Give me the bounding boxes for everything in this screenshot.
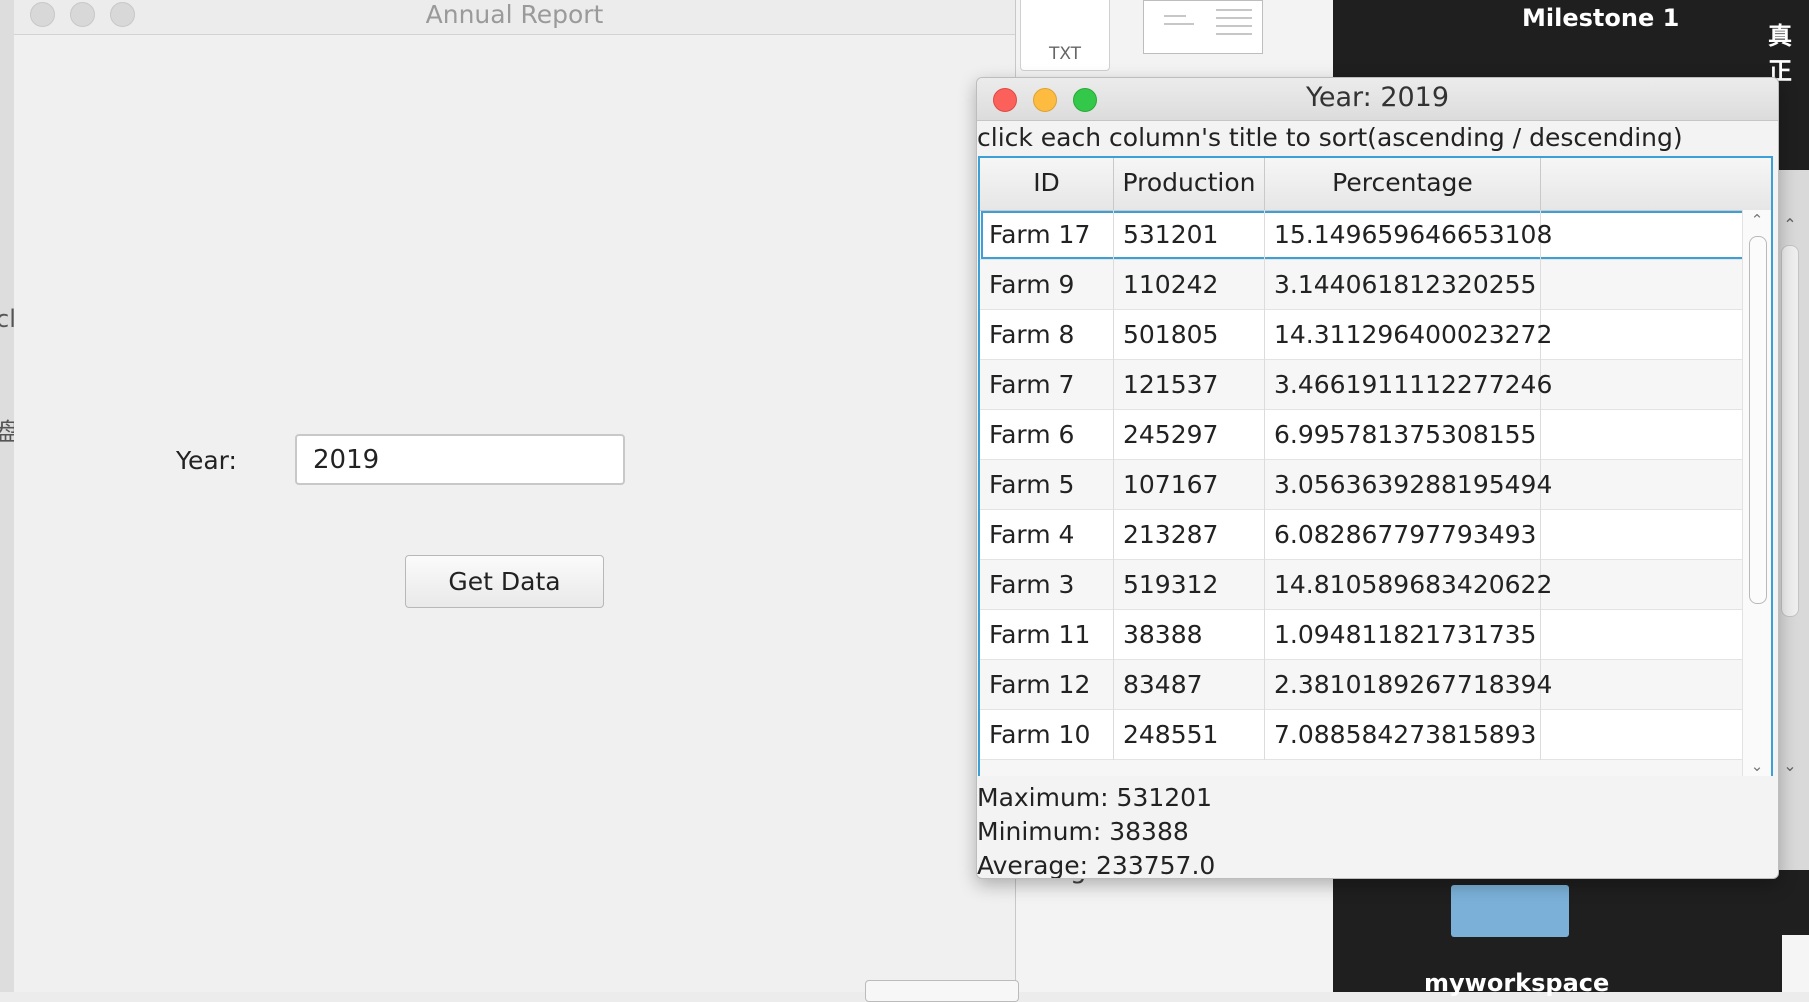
table-row[interactable]: Farm 17 531201 15.149659646653108 [980, 210, 1745, 260]
cell-percentage: 3.0563639288195494 [1265, 460, 1552, 510]
background-scrollbar[interactable]: ⌃ ⌄ [1777, 215, 1803, 775]
minimum-stat: Minimum: 38388 [977, 817, 1189, 846]
cell-filler [1541, 310, 1745, 360]
year-label: Year: [176, 446, 237, 475]
average-stat: Average: 233757.0 [977, 851, 1216, 879]
document-thumbnail[interactable] [1143, 0, 1263, 54]
table-row[interactable]: Farm 10 248551 7.088584273815893 [980, 710, 1745, 760]
scrollbar-thumb[interactable] [1749, 236, 1767, 604]
cell-filler [1541, 360, 1745, 410]
chevron-up-icon[interactable]: ⌃ [1777, 215, 1803, 234]
cell-id: Farm 6 [980, 410, 1114, 460]
cell-filler [1541, 510, 1745, 560]
cell-filler [1541, 260, 1745, 310]
cell-production: 501805 [1114, 310, 1265, 360]
chevron-up-icon[interactable]: ⌃ [1743, 210, 1771, 230]
milestone-label[interactable]: Milestone 1 [1522, 4, 1679, 32]
cell-filler [1541, 210, 1745, 260]
cell-id: Farm 17 [980, 210, 1114, 260]
cell-filler [1541, 460, 1745, 510]
cell-id: Farm 8 [980, 310, 1114, 360]
workspace-label[interactable]: myworkspace [1424, 969, 1609, 997]
table-row[interactable]: Farm 6 245297 6.995781375308155 [980, 410, 1745, 460]
table-scrollbar[interactable]: ⌃ ⌄ [1742, 210, 1771, 776]
cell-filler [1541, 660, 1745, 710]
table-row[interactable] [980, 760, 1745, 776]
sort-hint-text: click each column's title to sort(ascend… [977, 123, 1683, 152]
cell-production: 121537 [1114, 360, 1265, 410]
column-header-filler [1541, 158, 1771, 210]
column-header-production[interactable]: Production [1114, 158, 1265, 210]
titlebar: Year: 2019 [977, 78, 1778, 121]
table-row[interactable]: Farm 7 121537 3.4661911112277246 [980, 360, 1745, 410]
cell-id: Farm 12 [980, 660, 1114, 710]
cell-id: Farm 4 [980, 510, 1114, 560]
cell-percentage: 14.311296400023272 [1265, 310, 1552, 360]
left-edge-strip [0, 0, 15, 992]
table-row[interactable]: Farm 4 213287 6.082867797793493 [980, 510, 1745, 560]
cjk-label: 真正 [1768, 22, 1792, 85]
cell-filler [1541, 610, 1745, 660]
cell-id: Farm 3 [980, 560, 1114, 610]
scrollbar-thumb[interactable] [1781, 245, 1799, 617]
table-row[interactable]: Farm 11 38388 1.094811821731735 [980, 610, 1745, 660]
titlebar: Annual Report [14, 0, 1015, 35]
cell-filler [1541, 410, 1745, 460]
window-title: Year: 2019 [1305, 82, 1450, 113]
cell-production: 531201 [1114, 210, 1265, 260]
table-header: ID Production Percentage [980, 158, 1771, 211]
table-body: Farm 17 531201 15.149659646653108 Farm 9 110… [980, 210, 1745, 776]
year-input[interactable] [295, 434, 625, 485]
table-row[interactable]: Farm 8 501805 14.311296400023272 [980, 310, 1745, 360]
cell-production: 38388 [1114, 610, 1265, 660]
column-header-percentage[interactable]: Percentage [1265, 158, 1541, 210]
cell-id: Farm 5 [980, 460, 1114, 510]
year-results-window: Year: 2019 click each column's title to … [976, 77, 1779, 879]
cell-id: Farm 11 [980, 610, 1114, 660]
bottom-button[interactable] [865, 980, 1019, 1002]
cell-percentage: 7.088584273815893 [1265, 710, 1541, 760]
cell-percentage: 1.094811821731735 [1265, 610, 1541, 660]
table-row[interactable]: Farm 3 519312 14.810589683420622 [980, 560, 1745, 610]
cell-percentage: 3.144061812320255 [1265, 260, 1541, 310]
get-data-button[interactable]: Get Data [405, 555, 604, 608]
farm-table[interactable]: ID Production Percentage Farm 17 531201 15… [978, 156, 1773, 776]
cell-production: 107167 [1114, 460, 1265, 510]
table-row[interactable]: Farm 12 83487 2.3810189267718394 [980, 660, 1745, 710]
column-header-id[interactable]: ID [980, 158, 1114, 210]
chevron-down-icon[interactable]: ⌄ [1777, 756, 1803, 775]
cell-id: Farm 10 [980, 710, 1114, 760]
cell-percentage: 3.4661911112277246 [1265, 360, 1552, 410]
cell-percentage: 6.995781375308155 [1265, 410, 1541, 460]
cell-production: 213287 [1114, 510, 1265, 560]
cell-id: Farm 9 [980, 260, 1114, 310]
cell-percentage: 14.810589683420622 [1265, 560, 1552, 610]
table-row[interactable]: Farm 5 107167 3.0563639288195494 [980, 460, 1745, 510]
maximum-stat: Maximum: 531201 [977, 783, 1212, 812]
window-title: Annual Report [425, 0, 604, 29]
file-type-label: TXT [1048, 44, 1082, 64]
cell-filler [1541, 710, 1745, 760]
cell-id: Farm 7 [980, 360, 1114, 410]
cell-percentage: 15.149659646653108 [1265, 210, 1552, 260]
cell-production: 110242 [1114, 260, 1265, 310]
txt-file-icon[interactable]: TXT [1020, 0, 1110, 71]
cell-filler [1541, 560, 1745, 610]
cell-percentage: 6.082867797793493 [1265, 510, 1541, 560]
background-card [1782, 935, 1809, 992]
cell-production: 83487 [1114, 660, 1265, 710]
cell-percentage: 2.3810189267718394 [1265, 660, 1552, 710]
cell-production: 245297 [1114, 410, 1265, 460]
cell-production: 248551 [1114, 710, 1265, 760]
table-row[interactable]: Farm 9 110242 3.144061812320255 [980, 260, 1745, 310]
folder-icon[interactable] [1451, 885, 1569, 937]
chevron-down-icon[interactable]: ⌄ [1743, 756, 1771, 776]
cell-production: 519312 [1114, 560, 1265, 610]
annual-report-window: Annual Report Year: Get Data [14, 0, 1019, 1002]
